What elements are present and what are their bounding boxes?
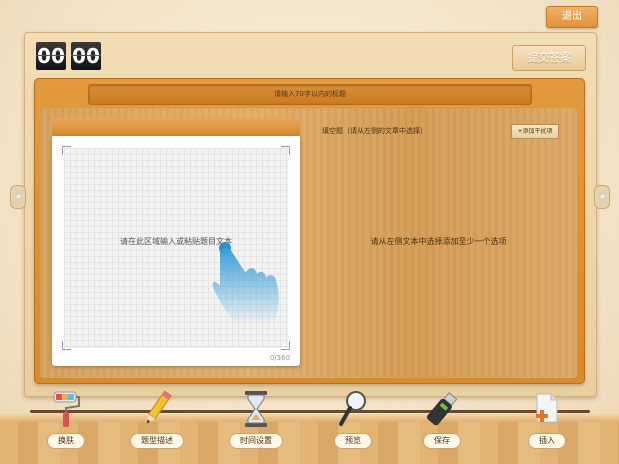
pointing-hand-icon	[212, 242, 279, 324]
tool-skin[interactable]: 换肤	[36, 390, 96, 449]
exit-button[interactable]: 退出	[546, 6, 598, 28]
tool-preview[interactable]: 预览	[323, 390, 383, 449]
timer: 00 00	[36, 42, 101, 70]
submit-answer-button[interactable]: 提交答案	[512, 45, 586, 71]
tool-preview-label: 预览	[334, 433, 372, 449]
corner-mark	[62, 146, 71, 155]
tool-time-setting[interactable]: 时间设置	[226, 390, 286, 449]
paint-roller-icon	[36, 390, 96, 428]
hourglass-icon	[226, 390, 286, 428]
insert-document-icon	[517, 390, 577, 428]
tool-save[interactable]: 保存	[412, 390, 472, 449]
tool-insert-label: 插入	[528, 433, 566, 449]
tool-question-description-label: 题型描述	[130, 433, 184, 449]
options-empty-hint: 请从左侧文本中选择添加至少一个选项	[370, 237, 507, 246]
pencil-icon	[127, 390, 187, 428]
magnifier-icon	[323, 390, 383, 428]
corner-mark	[281, 146, 290, 155]
corner-mark	[281, 341, 290, 350]
screw-icon	[14, 193, 22, 200]
corner-mark	[62, 341, 71, 350]
blanks-label: 填空题（请从左侧的文章中选择）	[322, 127, 427, 135]
char-counter: 0/360	[269, 354, 290, 362]
title-input[interactable]: 请输入70字以内的标题	[88, 84, 532, 105]
usb-drive-icon	[412, 390, 472, 428]
tool-skin-label: 换肤	[47, 433, 85, 449]
right-handle	[594, 185, 610, 209]
tool-save-label: 保存	[423, 433, 461, 449]
add-distractor-button[interactable]: +添加干扰项	[511, 124, 559, 139]
tool-time-setting-label: 时间设置	[229, 433, 283, 449]
text-input-area[interactable]: 请在此区域输入或粘贴题目文本 0/360	[52, 136, 300, 366]
timer-minutes: 00	[36, 42, 66, 70]
tool-question-description[interactable]: 题型描述	[127, 390, 187, 449]
timer-seconds: 00	[71, 42, 101, 70]
tool-insert[interactable]: 插入	[517, 390, 577, 449]
shelf-rail	[30, 410, 590, 413]
left-handle	[10, 185, 26, 209]
text-card-header	[52, 118, 300, 136]
screw-icon	[598, 193, 606, 200]
